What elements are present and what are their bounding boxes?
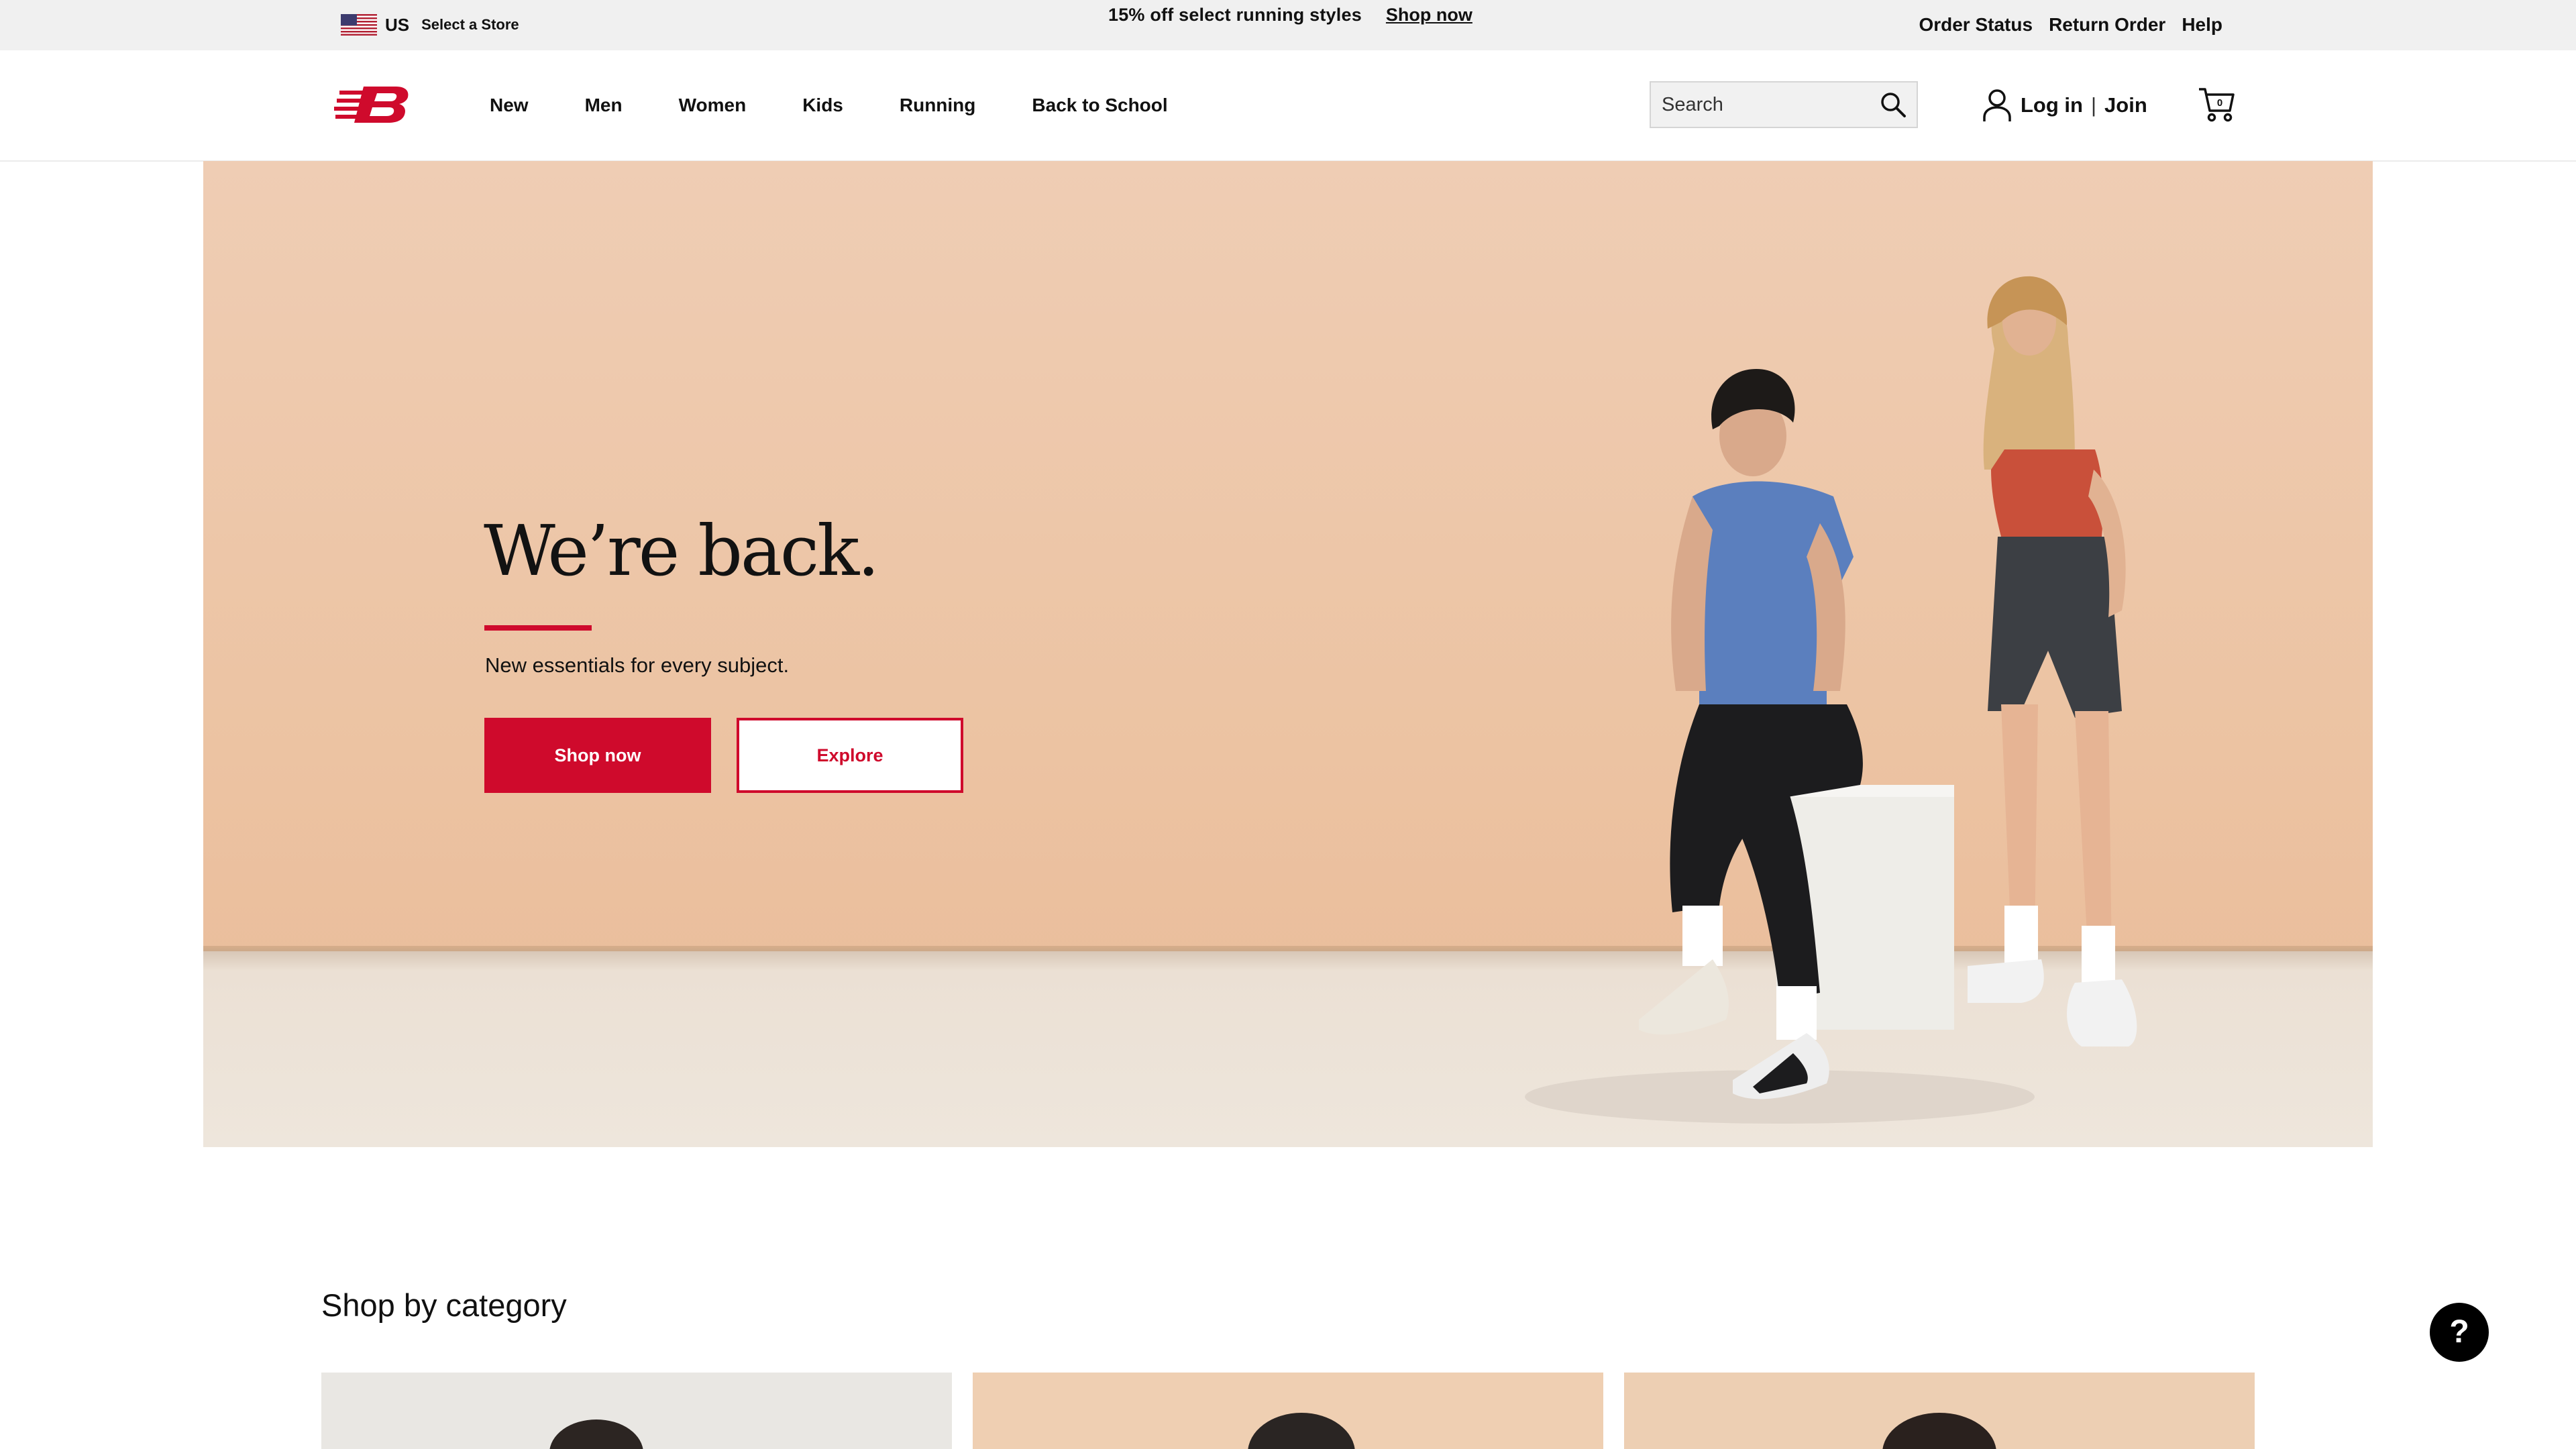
category-card-image	[1882, 1413, 1996, 1449]
category-section-title: Shop by category	[321, 1287, 567, 1323]
utility-links: Order Status Return Order Help	[1902, 12, 2222, 38]
region-code: US	[385, 14, 410, 35]
promo-text: 15% off select running styles	[1108, 4, 1362, 25]
user-icon[interactable]	[1982, 88, 2012, 123]
nav-item-back-to-school[interactable]: Back to School	[1032, 95, 1167, 116]
account-links: Log in | Join	[1982, 87, 2147, 124]
login-link[interactable]: Log in	[2021, 93, 2083, 117]
search-box	[1650, 81, 1918, 128]
nav-item-kids[interactable]: Kids	[802, 95, 843, 116]
search-icon[interactable]	[1879, 91, 1907, 119]
cart-icon[interactable]: 0	[2198, 84, 2235, 124]
new-balance-logo[interactable]	[334, 84, 412, 124]
hero-explore-button[interactable]: Explore	[737, 718, 963, 793]
region-selector[interactable]: US Select a Store	[341, 12, 519, 38]
main-nav: New Men Women Kids Running Back to Schoo…	[490, 89, 1168, 121]
account-separator: |	[2090, 93, 2097, 117]
promo-message: 15% off select running styles Shop now	[1108, 3, 1472, 27]
select-store-link[interactable]: Select a Store	[421, 16, 519, 34]
help-link[interactable]: Help	[2182, 14, 2222, 36]
hero-title: We’re back.	[484, 510, 879, 592]
hero-divider	[484, 625, 592, 631]
hero-subtitle: New essentials for every subject.	[485, 653, 790, 677]
main-header: New Men Women Kids Running Back to Schoo…	[0, 50, 2576, 162]
help-chat-button[interactable]: ?	[2430, 1303, 2489, 1362]
return-order-link[interactable]: Return Order	[2049, 14, 2165, 36]
category-card[interactable]	[321, 1373, 952, 1449]
order-status-link[interactable]: Order Status	[1919, 14, 2033, 36]
category-card[interactable]	[973, 1373, 1603, 1449]
join-link[interactable]: Join	[2104, 93, 2147, 117]
search-input[interactable]	[1651, 83, 1872, 127]
us-flag-icon	[341, 14, 377, 36]
promo-shop-now-link[interactable]: Shop now	[1386, 5, 1472, 25]
category-card[interactable]	[1624, 1373, 2255, 1449]
promo-bar: US Select a Store 15% off select running…	[0, 0, 2576, 50]
nav-item-running[interactable]: Running	[900, 95, 976, 116]
svg-text:0: 0	[2217, 97, 2222, 109]
nav-item-new[interactable]: New	[490, 95, 529, 116]
hero-shop-now-button[interactable]: Shop now	[484, 718, 711, 793]
hero-models-image	[1525, 276, 2137, 1124]
nav-item-women[interactable]: Women	[679, 95, 747, 116]
category-card-image	[549, 1419, 643, 1449]
category-card-image	[1248, 1413, 1355, 1449]
hero-banner: We’re back. New essentials for every sub…	[203, 161, 2373, 1147]
nav-item-men[interactable]: Men	[585, 95, 623, 116]
